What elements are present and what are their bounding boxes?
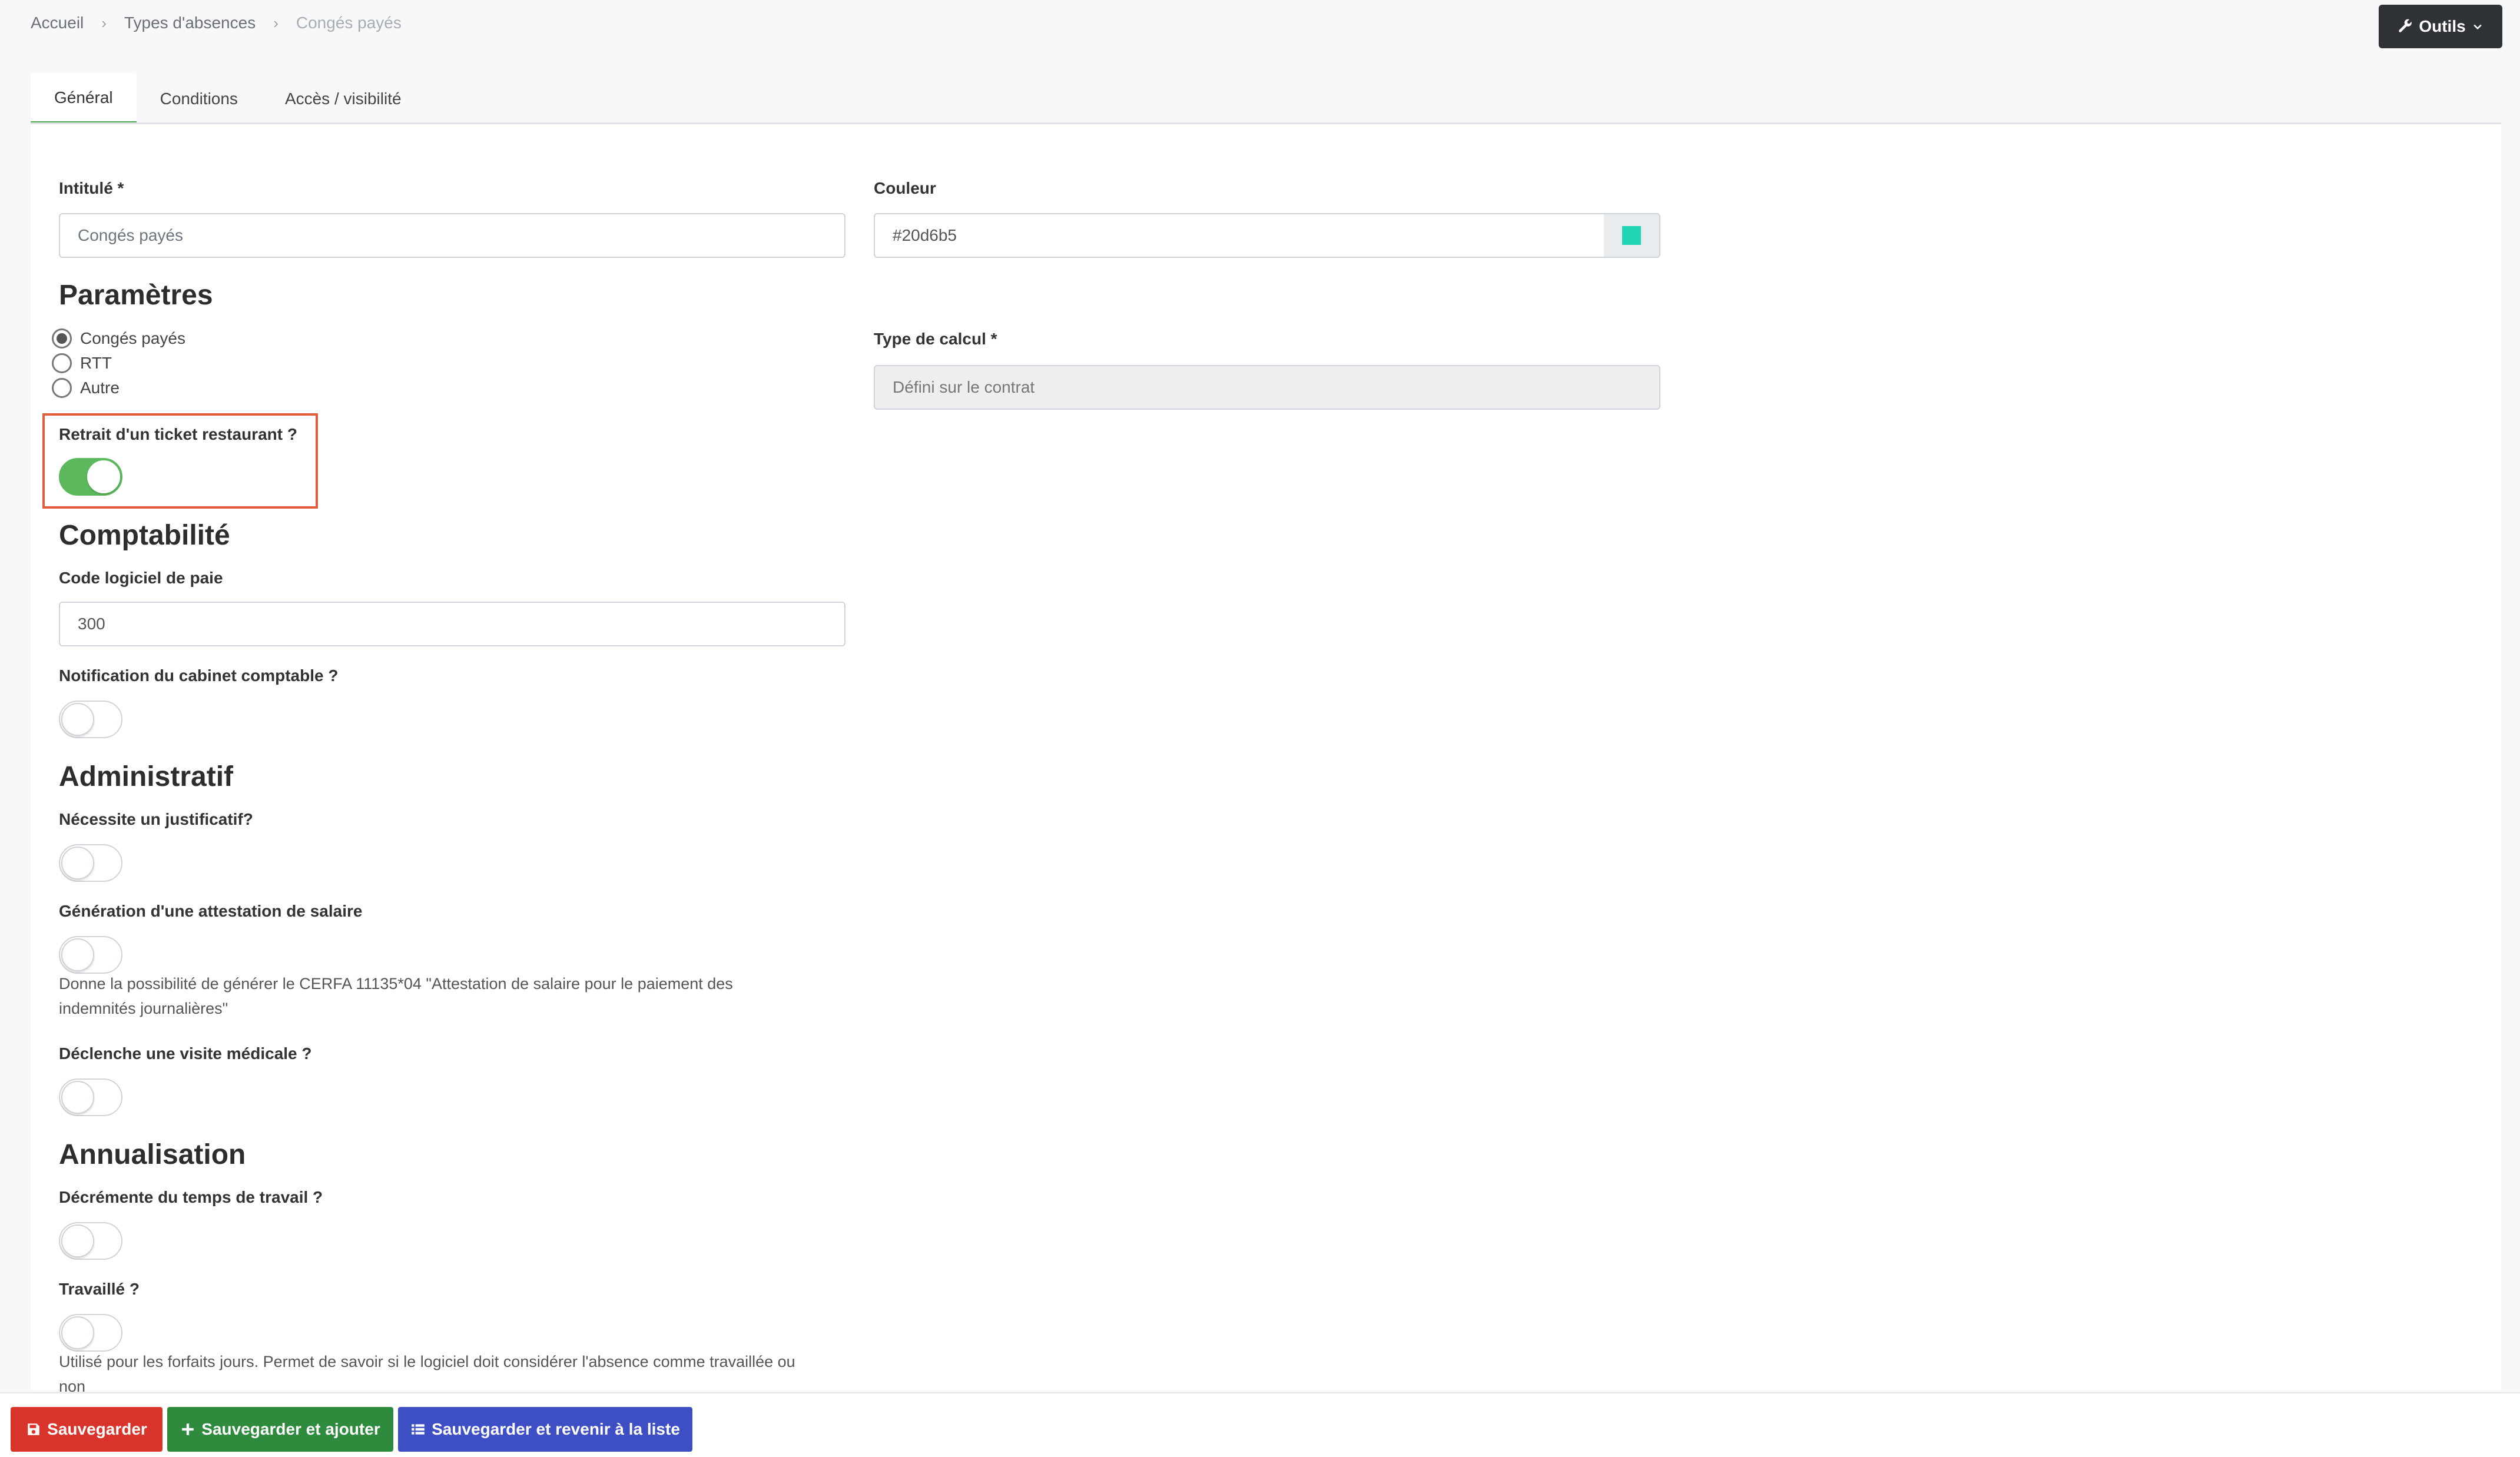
help-line: indemnités journalières" [59, 1000, 228, 1017]
wrench-icon [2399, 19, 2412, 32]
calc-type-select: Défini sur le contrat [874, 365, 1660, 410]
title-placeholder: Congés payés [78, 226, 184, 244]
payroll-code-label: Code logiciel de paie [59, 569, 223, 587]
color-input[interactable]: #20d6b5 [874, 213, 1605, 258]
radio-label: Congés payés [80, 329, 186, 347]
decrement-toggle[interactable] [59, 1222, 122, 1260]
params-title: Paramètres [59, 280, 213, 311]
color-picker-button[interactable] [1604, 213, 1660, 258]
save-and-add-button[interactable]: Sauvegarder et ajouter [167, 1407, 393, 1452]
breadcrumb-home[interactable]: Accueil [31, 14, 84, 32]
color-swatch [1622, 226, 1641, 245]
decrement-label: Décrémente du temps de travail ? [59, 1188, 323, 1206]
toggle-knob [61, 847, 94, 879]
radio-conges-payes[interactable]: Congés payés [52, 328, 185, 349]
toggle-knob [61, 1081, 94, 1114]
attestation-label: Génération d'une attestation de salaire [59, 902, 363, 920]
ticket-label: Retrait d'un ticket restaurant ? [59, 425, 297, 443]
notif-label: Notification du cabinet comptable ? [59, 666, 339, 685]
color-label: Couleur [874, 179, 936, 197]
annual-title: Annualisation [59, 1139, 246, 1170]
toggle-knob [61, 703, 94, 736]
notif-toggle[interactable] [59, 701, 122, 738]
worked-label: Travaillé ? [59, 1280, 140, 1298]
admin-title: Administratif [59, 761, 234, 792]
toggle-knob [61, 1316, 94, 1349]
radio-button[interactable] [52, 353, 72, 373]
save-label: Sauvegarder [47, 1420, 147, 1438]
radio-button[interactable] [52, 378, 72, 398]
breadcrumb: Accueil › Types d'absences › Congés payé… [31, 8, 402, 38]
help-line: Utilisé pour les forfaits jours. Permet … [59, 1353, 795, 1370]
toggle-knob [61, 938, 94, 971]
radio-label: RTT [80, 354, 112, 372]
radio-autre[interactable]: Autre [52, 378, 120, 398]
save-button[interactable]: Sauvegarder [11, 1407, 163, 1452]
toggle-knob [61, 1224, 94, 1257]
save-back-label: Sauvegarder et revenir à la liste [432, 1420, 680, 1438]
tab-general[interactable]: Général [31, 74, 137, 124]
title-label: Intitulé * [59, 179, 124, 197]
visite-toggle[interactable] [59, 1078, 122, 1116]
tab-conditions[interactable]: Conditions [137, 74, 261, 124]
help-line: Donne la possibilité de générer le CERFA… [59, 975, 733, 993]
chevron-right-icon: › [273, 14, 278, 32]
plus-icon [182, 1423, 194, 1435]
chevron-down-icon [2473, 24, 2482, 30]
worked-help: Utilisé pour les forfaits jours. Permet … [59, 1349, 795, 1399]
justif-label: Nécessite un justificatif? [59, 810, 253, 828]
tab-bar: Général Conditions Accès / visibilité [31, 74, 425, 124]
form-card [31, 124, 2501, 1390]
worked-toggle[interactable] [59, 1314, 122, 1352]
save-add-label: Sauvegarder et ajouter [201, 1420, 380, 1438]
ticket-toggle[interactable] [59, 458, 122, 496]
attestation-help: Donne la possibilité de générer le CERFA… [59, 971, 733, 1021]
radio-button[interactable] [52, 328, 72, 349]
floppy-disk-icon [28, 1423, 39, 1435]
compta-title: Comptabilité [59, 520, 230, 551]
radio-rtt[interactable]: RTT [52, 353, 112, 373]
chevron-right-icon: › [101, 14, 107, 32]
radio-label: Autre [80, 379, 120, 397]
visite-label: Déclenche une visite médicale ? [59, 1044, 312, 1063]
tools-button[interactable]: Outils [2379, 5, 2502, 48]
tab-access-visibility[interactable]: Accès / visibilité [261, 74, 425, 124]
save-and-back-button[interactable]: Sauvegarder et revenir à la liste [398, 1407, 692, 1452]
title-input[interactable]: Congés payés [59, 213, 845, 258]
toggle-knob [87, 460, 120, 493]
justif-toggle[interactable] [59, 844, 122, 882]
payroll-code-input[interactable]: 300 [59, 602, 845, 646]
color-value: #20d6b5 [893, 226, 957, 244]
attestation-toggle[interactable] [59, 936, 122, 974]
tools-label: Outils [2419, 17, 2466, 35]
list-icon [412, 1424, 425, 1435]
payroll-code-value: 300 [78, 615, 105, 633]
calc-type-value: Défini sur le contrat [893, 378, 1035, 396]
breadcrumb-current: Congés payés [296, 14, 402, 32]
calc-type-label: Type de calcul * [874, 330, 997, 348]
breadcrumb-section[interactable]: Types d'absences [124, 14, 256, 32]
